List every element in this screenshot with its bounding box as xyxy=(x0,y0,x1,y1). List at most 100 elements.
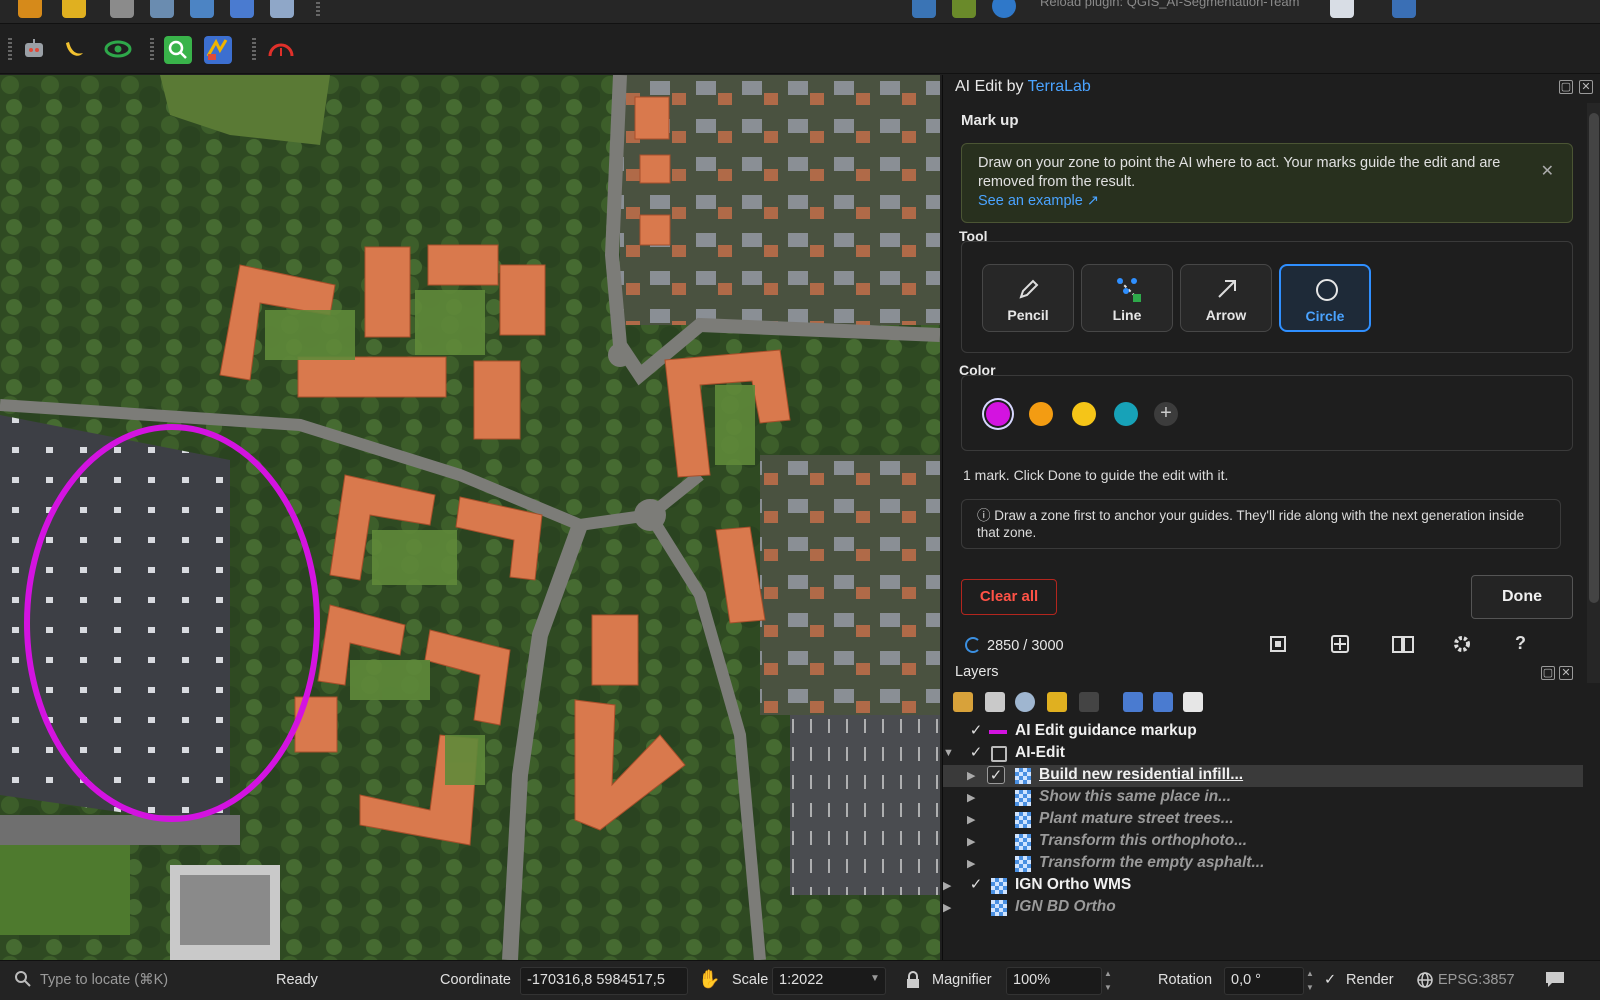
new-layer-icon[interactable] xyxy=(62,0,86,18)
credits-progress: 2850 / 3000 xyxy=(965,637,1064,654)
book-icon[interactable] xyxy=(1391,633,1414,655)
edit-pen-icon[interactable] xyxy=(150,0,174,18)
layer-row[interactable]: ▶ IGN BD Ortho xyxy=(943,897,1583,919)
attribute-icon[interactable] xyxy=(270,0,294,18)
remove-layer-icon[interactable] xyxy=(1183,692,1203,712)
reload-plugin-label[interactable]: Reload plugin: QGIS_AI-Segmentation-Team xyxy=(1040,0,1299,9)
done-button[interactable]: Done xyxy=(1471,575,1573,619)
scale-field[interactable]: 1:2022 xyxy=(772,967,886,995)
expand-arrow-icon[interactable]: ▶ xyxy=(967,791,975,804)
layer-checkbox[interactable]: ✓ xyxy=(967,744,985,762)
layer-group-row[interactable]: ▼ ✓ AI-Edit xyxy=(943,743,1583,765)
filter-icon[interactable] xyxy=(1047,692,1067,712)
layer-row[interactable]: ▶ Transform the empty asphalt... xyxy=(943,853,1583,875)
line-tool-button[interactable]: Line xyxy=(1081,264,1173,332)
visibility-icon[interactable] xyxy=(1015,692,1035,712)
zoom-to-zone-icon[interactable] xyxy=(1329,633,1351,655)
markup-heading: Mark up xyxy=(961,112,1019,129)
python-icon[interactable] xyxy=(912,0,936,18)
layer-row[interactable]: ✓ AI Edit guidance markup xyxy=(943,721,1583,743)
collapse-all-icon[interactable] xyxy=(1153,692,1173,712)
color-swatch-orange[interactable] xyxy=(1029,402,1053,426)
layer-row[interactable]: ▶ Plant mature street trees... xyxy=(943,809,1583,831)
layer-name: Transform this orthophoto... xyxy=(1039,832,1248,849)
banana-icon[interactable] xyxy=(62,37,86,61)
add-layer-icon[interactable] xyxy=(18,0,42,18)
collapse-arrow-icon[interactable]: ▼ xyxy=(943,747,954,759)
expand-arrow-icon[interactable]: ▶ xyxy=(967,813,975,826)
dock-title-brand[interactable]: TerraLab xyxy=(1028,78,1091,95)
expand-arrow-icon[interactable]: ▶ xyxy=(943,901,951,914)
plugin-icon[interactable] xyxy=(952,0,976,18)
circle-tool-button[interactable]: Circle xyxy=(1279,264,1371,332)
undock-layers-icon[interactable]: ▢ xyxy=(1541,666,1555,680)
scale-dropdown-icon[interactable]: ▼ xyxy=(870,973,880,984)
toggle-extents-icon[interactable]: ✋ xyxy=(698,969,720,990)
info-icon[interactable] xyxy=(1392,0,1416,18)
add-group-icon[interactable] xyxy=(985,692,1005,712)
rotation-label: Rotation xyxy=(1158,972,1213,988)
top-toolbar: Reload plugin: QGIS_AI-Segmentation-Team xyxy=(0,0,1600,24)
map-tips-icon[interactable] xyxy=(190,0,214,18)
grid-icon[interactable] xyxy=(230,0,254,18)
layer-checkbox[interactable]: ✓ xyxy=(987,766,1005,784)
filter-legend-icon[interactable] xyxy=(1079,692,1099,712)
globe-icon[interactable] xyxy=(1416,971,1434,993)
help-icon[interactable] xyxy=(1330,0,1354,18)
expand-arrow-icon[interactable]: ▶ xyxy=(967,769,975,782)
close-layers-icon[interactable]: ✕ xyxy=(1559,666,1573,680)
render-checkbox[interactable]: ✓ xyxy=(1324,972,1336,988)
robot-icon[interactable] xyxy=(22,37,46,61)
clear-all-button[interactable]: Clear all xyxy=(961,579,1057,615)
color-swatch-yellow[interactable] xyxy=(1072,402,1096,426)
layer-name: IGN Ortho WMS xyxy=(1015,876,1132,893)
see-example-link[interactable]: See an example ↗ xyxy=(978,192,1556,211)
layer-row[interactable]: ▶ ✓ IGN Ortho WMS xyxy=(943,875,1583,897)
expand-arrow-icon[interactable]: ▶ xyxy=(967,835,975,848)
puzzle-icon[interactable] xyxy=(204,36,232,64)
zoom-search-icon[interactable] xyxy=(164,36,192,64)
help-question-icon[interactable]: ? xyxy=(1515,633,1537,655)
expand-arrow-icon[interactable]: ▶ xyxy=(943,879,951,892)
layer-row[interactable]: ▶ Show this same place in... xyxy=(943,787,1583,809)
search-icon[interactable] xyxy=(14,970,32,992)
magnifier-field[interactable]: 100% xyxy=(1006,967,1102,995)
messages-icon[interactable] xyxy=(1544,969,1566,993)
digitize-icon[interactable] xyxy=(110,0,134,18)
undock-icon[interactable]: ▢ xyxy=(1559,80,1573,94)
layer-checkbox[interactable]: ✓ xyxy=(967,722,985,740)
tool-label: Line xyxy=(1112,307,1142,323)
color-swatch-teal[interactable] xyxy=(1114,402,1138,426)
close-dock-icon[interactable]: ✕ xyxy=(1579,80,1593,94)
style-manager-icon[interactable] xyxy=(953,692,973,712)
settings-gear-icon[interactable] xyxy=(1451,633,1473,655)
panel-scroll-thumb[interactable] xyxy=(1589,113,1599,603)
close-icon[interactable]: ✕ xyxy=(1541,162,1554,181)
expand-arrow-icon[interactable]: ▶ xyxy=(967,857,975,870)
layer-name: Show this same place in... xyxy=(1039,788,1232,805)
eye-icon[interactable] xyxy=(104,37,132,61)
coordinate-field[interactable]: -170316,8 5984517,5 xyxy=(520,967,688,995)
rotation-stepper[interactable]: ▲ ▼ xyxy=(1304,967,1316,995)
chevron-down-icon[interactable] xyxy=(1305,0,1317,10)
reload-plugin-icon[interactable] xyxy=(992,0,1016,18)
layer-checkbox[interactable]: ✓ xyxy=(967,876,985,894)
pencil-tool-button[interactable]: Pencil xyxy=(982,264,1074,332)
map-canvas[interactable] xyxy=(0,75,940,960)
arrow-tool-button[interactable]: Arrow xyxy=(1180,264,1272,332)
rotation-field[interactable]: 0,0 ° xyxy=(1224,967,1304,995)
locate-input[interactable]: Type to locate (⌘K) xyxy=(40,972,168,988)
layer-name: AI Edit guidance markup xyxy=(1015,722,1197,739)
dock-title-prefix: AI Edit by xyxy=(955,78,1028,95)
layer-row[interactable]: ▶ Transform this orthophoto... xyxy=(943,831,1583,853)
layer-row[interactable]: ▶ ✓ Build new residential infill... xyxy=(943,765,1583,787)
arrow-icon xyxy=(1218,280,1236,298)
crop-icon[interactable] xyxy=(1267,633,1289,655)
expand-all-icon[interactable] xyxy=(1123,692,1143,712)
magnifier-stepper[interactable]: ▲ ▼ xyxy=(1102,967,1114,995)
add-color-icon[interactable]: + xyxy=(1154,402,1178,426)
crs-value[interactable]: EPSG:3857 xyxy=(1438,972,1515,988)
lock-icon[interactable] xyxy=(906,971,920,993)
gauge-icon[interactable] xyxy=(266,38,294,62)
color-swatch-magenta[interactable] xyxy=(986,402,1010,426)
